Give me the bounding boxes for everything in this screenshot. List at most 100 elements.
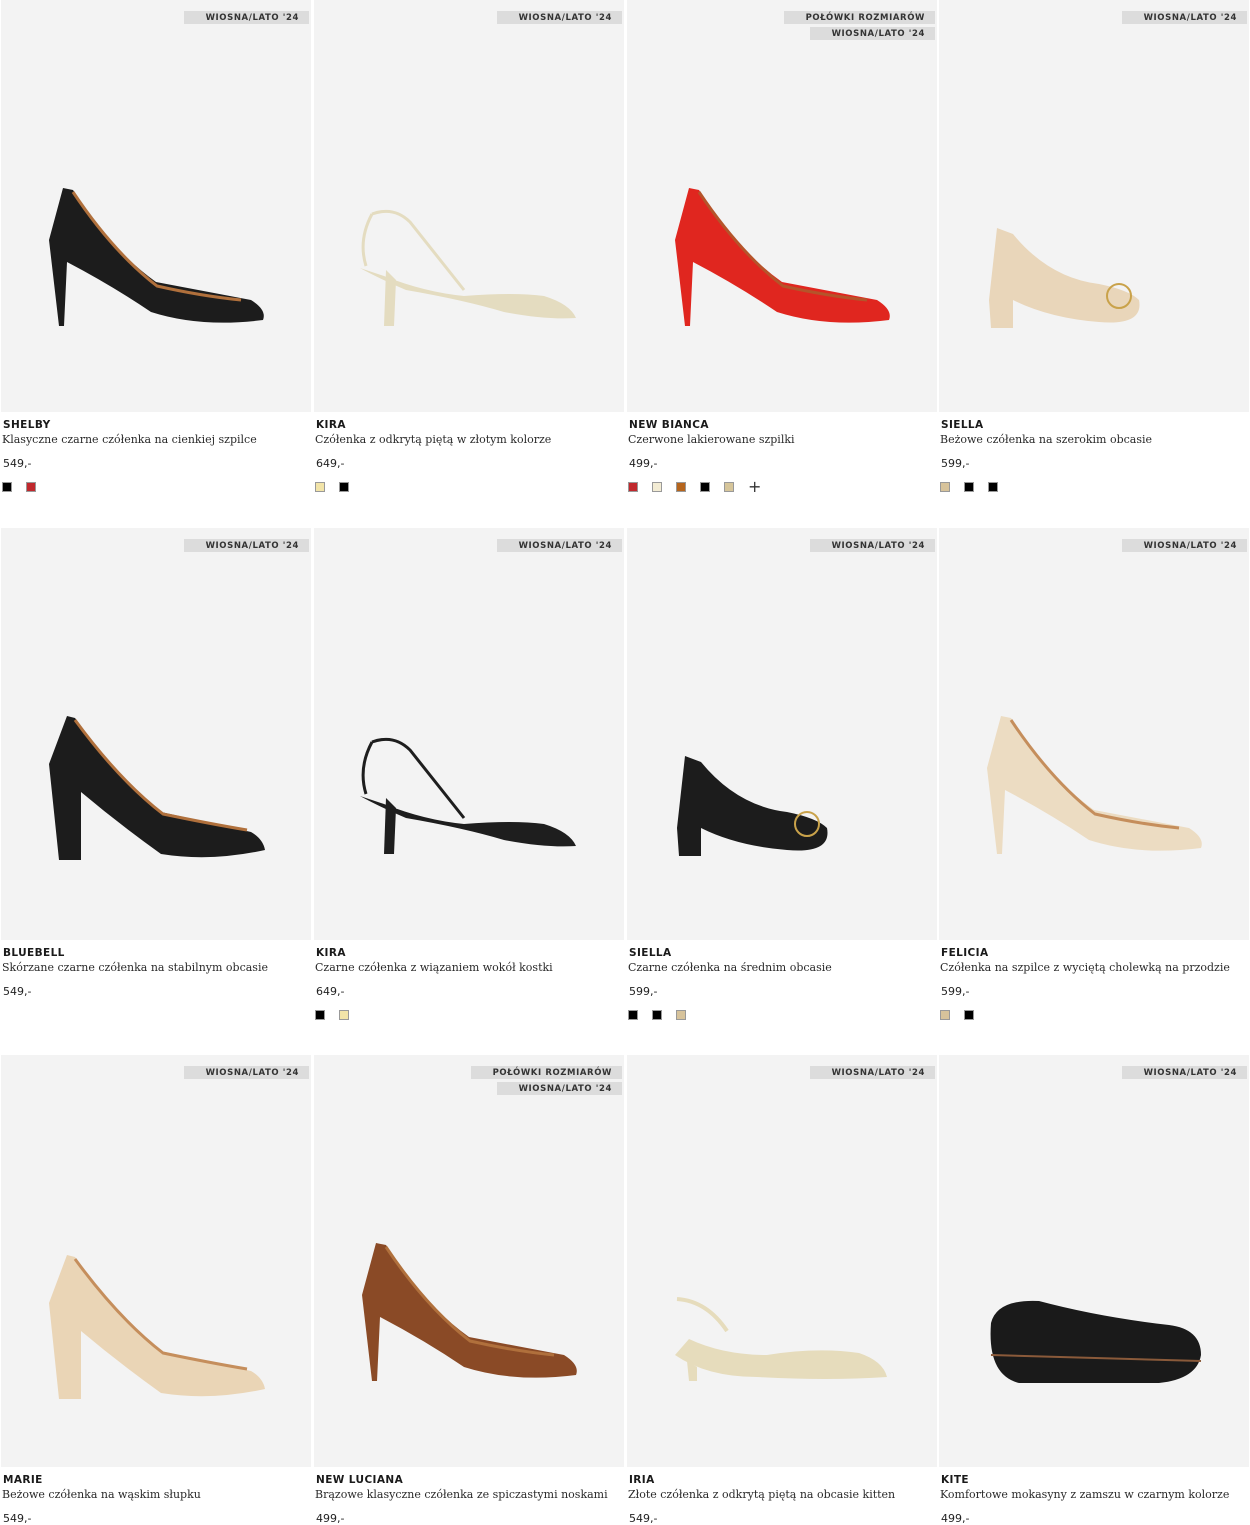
season-badge: WIOSNA/LATO '24 <box>809 1066 935 1079</box>
product-price: 599,- <box>941 457 970 470</box>
color-swatch[interactable] <box>628 482 638 492</box>
product-image[interactable]: WIOSNA/LATO '24 <box>314 0 624 412</box>
color-swatch[interactable] <box>628 1010 638 1020</box>
product-description[interactable]: Brązowe klasyczne czółenka ze spiczastym… <box>315 1488 608 1501</box>
product-name[interactable]: NEW LUCIANA <box>316 1474 403 1486</box>
color-swatch[interactable] <box>940 1010 950 1020</box>
product-image[interactable]: WIOSNA/LATO '24 <box>939 0 1249 412</box>
color-swatch[interactable] <box>652 482 662 492</box>
shoe-graphic <box>677 756 828 856</box>
product-image[interactable]: WIOSNA/LATO '24 <box>627 528 937 940</box>
season-badge: WIOSNA/LATO '24 <box>809 27 935 40</box>
shoe-illustration <box>989 228 1140 328</box>
product-image[interactable]: POŁÓWKI ROZMIARÓW WIOSNA/LATO '24 <box>627 0 937 412</box>
product-image[interactable]: WIOSNA/LATO '24 <box>1 0 311 412</box>
product-price: 599,- <box>629 985 658 998</box>
product-price: 499,- <box>941 1512 970 1525</box>
color-swatch[interactable] <box>940 482 950 492</box>
product-description[interactable]: Klasyczne czarne czółenka na cienkiej sz… <box>2 433 257 446</box>
badge-list: WIOSNA/LATO '24 <box>496 11 622 24</box>
product-image[interactable]: WIOSNA/LATO '24 <box>1 1055 311 1467</box>
product-description[interactable]: Czółenka z odkrytą piętą w złotym kolorz… <box>315 433 551 446</box>
product-name[interactable]: BLUEBELL <box>3 947 65 959</box>
shoe-body-shape <box>677 756 828 856</box>
product-name[interactable]: KITE <box>941 1474 969 1486</box>
badge-list: WIOSNA/LATO '24 <box>183 11 309 24</box>
shoe-illustration <box>675 1297 887 1381</box>
shoe-graphic <box>360 737 576 854</box>
product-name[interactable]: NEW BIANCA <box>629 419 709 431</box>
color-swatch[interactable] <box>315 482 325 492</box>
shoe-graphic <box>990 1300 1202 1383</box>
product-description[interactable]: Złote czółenka z odkrytą piętą na obcasi… <box>628 1488 895 1501</box>
color-swatch[interactable] <box>988 482 998 492</box>
color-swatch[interactable] <box>676 1010 686 1020</box>
product-name[interactable]: MARIE <box>3 1474 43 1486</box>
color-swatch[interactable] <box>2 482 12 492</box>
badge-list: WIOSNA/LATO '24 <box>809 539 935 552</box>
heel-shape <box>384 798 396 854</box>
shoe-body-shape <box>675 1339 887 1379</box>
product-name[interactable]: FELICIA <box>941 947 988 959</box>
shoe-illustration <box>49 1255 265 1399</box>
product-image[interactable]: WIOSNA/LATO '24 <box>627 1055 937 1467</box>
product-image[interactable]: WIOSNA/LATO '24 <box>939 528 1249 940</box>
shoe-body-shape <box>987 716 1202 854</box>
color-swatches <box>315 482 349 492</box>
product-description[interactable]: Czółenka na szpilce z wyciętą cholewką n… <box>940 961 1230 974</box>
product-price: 499,- <box>629 457 658 470</box>
product-description[interactable]: Komfortowe mokasyny z zamszu w czarnym k… <box>940 1488 1229 1501</box>
season-badge: WIOSNA/LATO '24 <box>183 539 309 552</box>
product-name[interactable]: SHELBY <box>3 419 51 431</box>
product-name[interactable]: SIELLA <box>941 419 984 431</box>
color-swatches <box>315 1010 349 1020</box>
badge-list: WIOSNA/LATO '24 <box>183 539 309 552</box>
color-swatch[interactable] <box>700 482 710 492</box>
color-swatches <box>940 482 998 492</box>
color-swatch[interactable] <box>964 1010 974 1020</box>
shoe-body-shape <box>675 188 890 326</box>
shoe-graphic <box>49 716 265 860</box>
shoe-body-shape <box>362 1243 577 1381</box>
product-description[interactable]: Beżowe czółenka na wąskim słupku <box>2 1488 201 1501</box>
badge-list: WIOSNA/LATO '24 <box>1121 11 1247 24</box>
color-swatches <box>2 482 36 492</box>
color-swatch[interactable] <box>26 482 36 492</box>
color-swatch[interactable] <box>652 1010 662 1020</box>
color-swatch[interactable] <box>724 482 734 492</box>
product-image[interactable]: POŁÓWKI ROZMIARÓW WIOSNA/LATO '24 <box>314 1055 624 1467</box>
product-price: 549,- <box>3 985 32 998</box>
product-name[interactable]: KIRA <box>316 947 346 959</box>
badge-list: WIOSNA/LATO '24 <box>1121 539 1247 552</box>
product-price: 649,- <box>316 457 345 470</box>
shoe-graphic <box>987 716 1202 854</box>
product-description[interactable]: Czarne czółenka z wiązaniem wokół kostki <box>315 961 553 974</box>
product-name[interactable]: IRIA <box>629 1474 655 1486</box>
color-swatch[interactable] <box>339 482 349 492</box>
product-image[interactable]: WIOSNA/LATO '24 <box>1 528 311 940</box>
product-description[interactable]: Beżowe czółenka na szerokim obcasie <box>940 433 1152 446</box>
badge-list: POŁÓWKI ROZMIARÓW WIOSNA/LATO '24 <box>470 1066 622 1095</box>
shoe-body-shape <box>49 1255 265 1399</box>
shoe-illustration <box>675 188 890 326</box>
heel-strap-shape <box>676 1297 729 1333</box>
color-swatch[interactable] <box>964 482 974 492</box>
product-name[interactable]: SIELLA <box>629 947 672 959</box>
color-swatch[interactable] <box>676 482 686 492</box>
season-badge: WIOSNA/LATO '24 <box>496 539 622 552</box>
shoe-illustration <box>990 1300 1202 1383</box>
more-colors-icon[interactable]: + <box>748 479 761 495</box>
color-swatches <box>628 1010 686 1020</box>
product-price: 649,- <box>316 985 345 998</box>
shoe-illustration <box>362 1243 577 1381</box>
product-price: 549,- <box>3 457 32 470</box>
product-description[interactable]: Czerwone lakierowane szpilki <box>628 433 795 446</box>
color-swatch[interactable] <box>339 1010 349 1020</box>
product-name[interactable]: KIRA <box>316 419 346 431</box>
product-image[interactable]: WIOSNA/LATO '24 <box>939 1055 1249 1467</box>
product-description[interactable]: Czarne czółenka na średnim obcasie <box>628 961 832 974</box>
product-description[interactable]: Skórzane czarne czółenka na stabilnym ob… <box>2 961 268 974</box>
product-image[interactable]: WIOSNA/LATO '24 <box>314 528 624 940</box>
heel-shape <box>384 270 396 326</box>
color-swatch[interactable] <box>315 1010 325 1020</box>
